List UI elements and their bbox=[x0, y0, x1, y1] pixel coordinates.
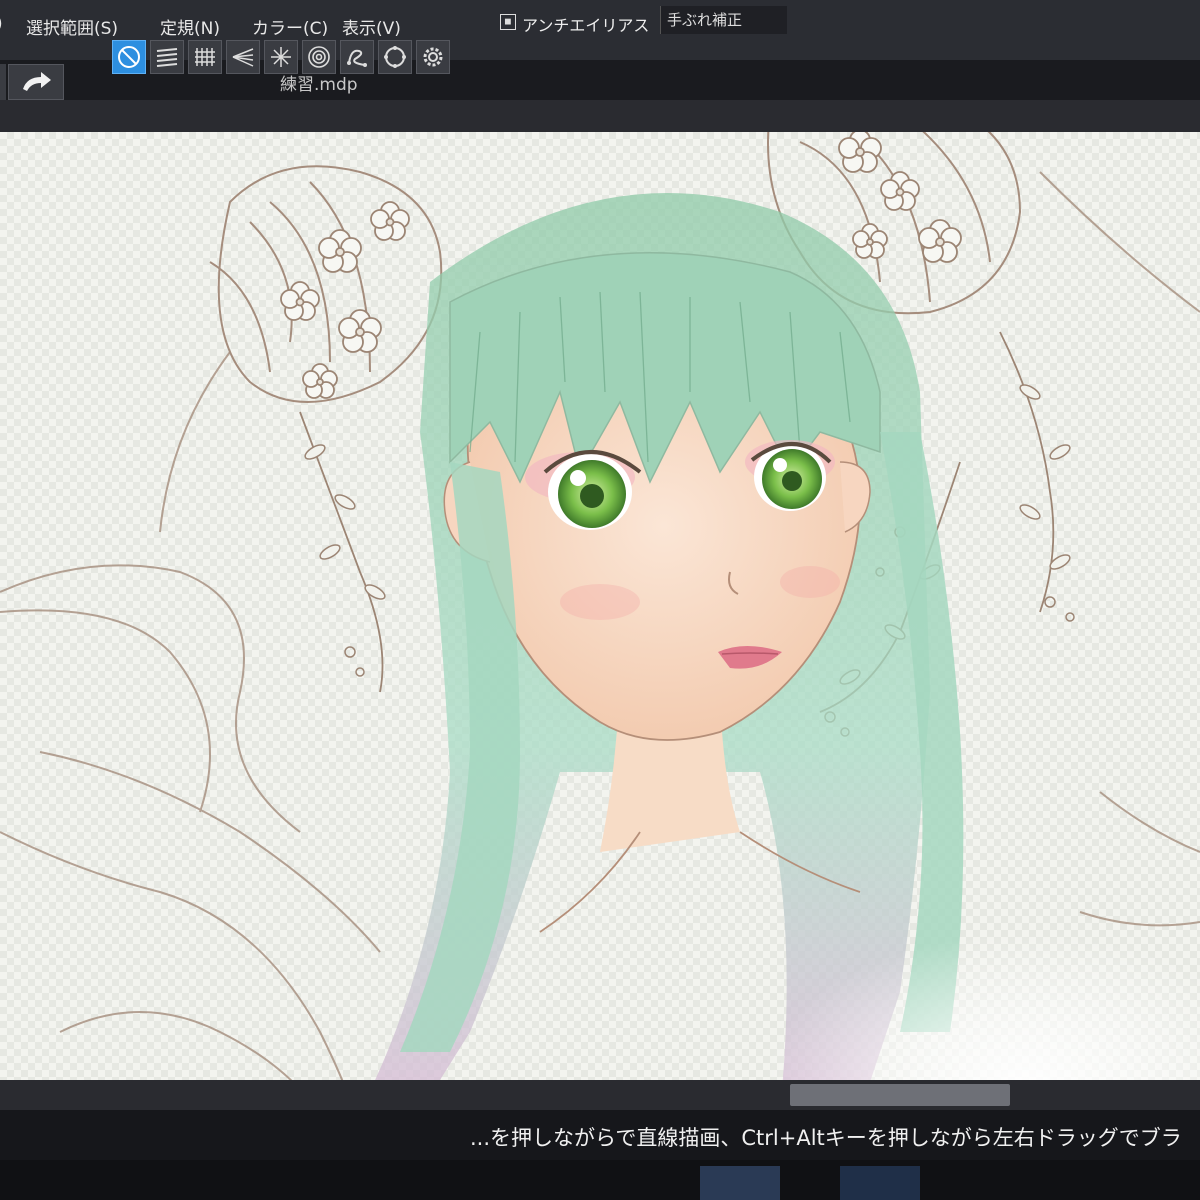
menu-item-view[interactable]: 表示(V) bbox=[342, 14, 401, 39]
menu-item-color[interactable]: カラー(C) bbox=[252, 14, 328, 39]
radial-tool[interactable] bbox=[264, 40, 298, 74]
radial-icon bbox=[271, 47, 291, 67]
no-snap-icon bbox=[118, 46, 140, 68]
parallel-lines-icon bbox=[156, 48, 178, 67]
stabilizer-dropdown[interactable]: 手ぶれ補正 bbox=[660, 6, 787, 34]
snap-off-tool[interactable] bbox=[112, 40, 146, 74]
gear-icon bbox=[423, 47, 443, 67]
snap-settings-tool[interactable] bbox=[416, 40, 450, 74]
perspective-icon bbox=[232, 48, 254, 67]
taskbar-app[interactable] bbox=[840, 1166, 920, 1200]
menu-item-edit[interactable]: ) bbox=[0, 14, 3, 34]
status-hint: ...を押しながらで直線描画、Ctrl+Altキーを押しながら左右ドラッグでブラ bbox=[470, 1126, 1182, 1150]
scroll-thumb[interactable] bbox=[790, 1084, 1010, 1106]
circle-tool[interactable] bbox=[378, 40, 412, 74]
grid-icon bbox=[195, 48, 215, 66]
undo-button[interactable] bbox=[0, 64, 6, 100]
menu-item-selection[interactable]: 選択範囲(S) bbox=[26, 14, 118, 39]
parallel-lines-tool[interactable] bbox=[150, 40, 184, 74]
menu-item-ruler[interactable]: 定規(N) bbox=[160, 14, 220, 39]
circle-snap-icon bbox=[384, 46, 406, 68]
concentric-tool[interactable] bbox=[302, 40, 336, 74]
concentric-icon bbox=[308, 46, 330, 68]
curve-tool[interactable] bbox=[340, 40, 374, 74]
antialias-icon: ◼ bbox=[500, 14, 516, 30]
redo-arrow-icon bbox=[23, 72, 51, 91]
drawing-canvas[interactable] bbox=[0, 132, 1200, 1132]
canvas-area bbox=[0, 100, 1200, 1140]
taskbar-app[interactable] bbox=[700, 1166, 780, 1200]
antialias-label[interactable]: アンチエイリアス bbox=[522, 12, 649, 36]
curve-icon bbox=[347, 49, 367, 67]
redo-button[interactable] bbox=[8, 64, 64, 100]
artwork-illustration bbox=[0, 132, 1200, 1132]
horizontal-scrollbar[interactable] bbox=[0, 1080, 1200, 1110]
os-taskbar bbox=[0, 1160, 1200, 1200]
grid-tool[interactable] bbox=[188, 40, 222, 74]
perspective-tool[interactable] bbox=[226, 40, 260, 74]
document-tab[interactable]: 練習.mdp bbox=[280, 70, 358, 95]
